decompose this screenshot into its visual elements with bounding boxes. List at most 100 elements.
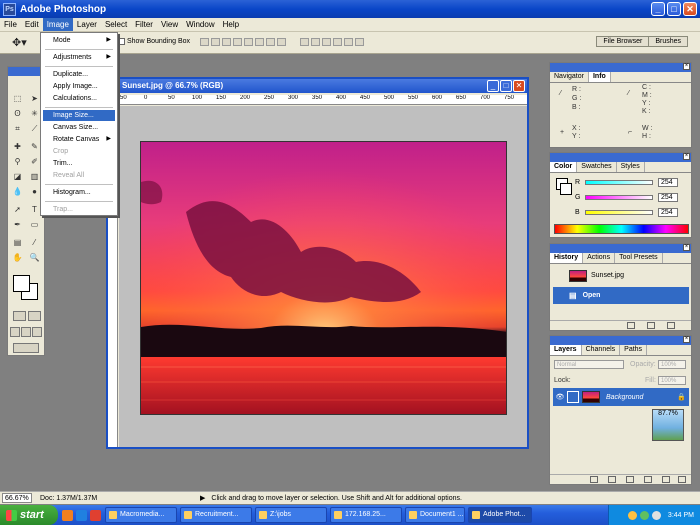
align-hcenter-icon[interactable] — [244, 38, 253, 46]
tab-color[interactable]: Color — [550, 162, 578, 172]
menu-item-image-size[interactable]: Image Size... — [43, 110, 115, 121]
opacity-input[interactable]: 100% — [658, 360, 686, 369]
clock[interactable]: 3:44 PM — [668, 512, 694, 519]
eyedropper-tool-icon[interactable]: ⁄ — [28, 237, 41, 249]
zoom-tool-icon[interactable]: 🔍 — [28, 252, 41, 264]
distribute-width-icon[interactable] — [355, 38, 364, 46]
show-bounding-box-checkbox[interactable]: Show Bounding Box — [118, 38, 190, 45]
checkbox-box[interactable] — [118, 38, 125, 45]
tab-file-browser[interactable]: File Browser — [596, 36, 650, 47]
distribute-top-icon[interactable] — [266, 38, 275, 46]
align-left-icon[interactable] — [233, 38, 242, 46]
fill-input[interactable]: 100% — [658, 376, 686, 385]
new-snapshot-icon[interactable] — [647, 322, 655, 329]
menu-item-mode[interactable]: Mode ▶ — [43, 35, 115, 46]
color-background-swatch[interactable] — [560, 183, 572, 195]
tab-paths[interactable]: Paths — [620, 345, 648, 355]
tab-layers[interactable]: Layers — [550, 345, 582, 355]
menu-item-canvas-size[interactable]: Canvas Size... — [43, 122, 115, 133]
standard-mode-button[interactable] — [13, 311, 26, 321]
menu-item-adjustments[interactable]: Adjustments ▶ — [43, 52, 115, 63]
slider-track[interactable] — [585, 195, 653, 200]
distribute-bottom-icon[interactable] — [300, 38, 309, 46]
notes-tool-icon[interactable]: ▤ — [11, 237, 24, 249]
menu-view[interactable]: View — [157, 18, 182, 31]
slider-value[interactable]: 254 — [658, 193, 678, 202]
slider-value[interactable]: 254 — [658, 178, 678, 187]
eraser-tool-icon[interactable]: ◪ — [11, 171, 24, 183]
doc-size-readout[interactable]: Doc: 1.37M/1.37M — [40, 495, 150, 502]
new-fill-layer-icon[interactable] — [626, 476, 634, 483]
pen-tool-icon[interactable]: ✒ — [11, 219, 24, 231]
tab-channels[interactable]: Channels — [582, 345, 621, 355]
color-slider-r[interactable]: R 254 — [575, 178, 678, 187]
slider-value[interactable]: 254 — [658, 208, 678, 217]
task-document1[interactable]: Document1 ... — [405, 507, 465, 523]
close-button[interactable]: ✕ — [683, 2, 697, 16]
align-vcenter-icon[interactable] — [211, 38, 220, 46]
menu-filter[interactable]: Filter — [131, 18, 157, 31]
maximize-button[interactable]: □ — [667, 2, 681, 16]
tab-history[interactable]: History — [550, 253, 584, 263]
status-arrow-icon[interactable]: ▶ — [200, 494, 205, 502]
tab-styles[interactable]: Styles — [617, 162, 645, 172]
panel-close-icon[interactable]: × — [683, 244, 690, 251]
jump-to-imageready-button[interactable] — [13, 343, 39, 353]
menu-help[interactable]: Help — [219, 18, 243, 31]
blur-tool-icon[interactable]: 💧 — [11, 186, 24, 198]
tab-tool-presets[interactable]: Tool Presets — [615, 253, 663, 263]
task-remote[interactable]: 172.168.25... — [330, 507, 402, 523]
color-slider-b[interactable]: B 254 — [575, 208, 678, 217]
distribute-space-icon[interactable] — [344, 38, 353, 46]
distribute-left-icon[interactable] — [311, 38, 320, 46]
quick-mask-mode-button[interactable] — [28, 311, 41, 321]
align-right-icon[interactable] — [255, 38, 264, 46]
task-photoshop[interactable]: Adobe Phot... — [468, 507, 532, 523]
new-group-icon[interactable] — [644, 476, 652, 483]
menu-file[interactable]: File — [0, 18, 21, 31]
slider-track[interactable] — [585, 180, 653, 185]
panel-close-icon[interactable]: × — [683, 336, 690, 343]
task-macromedia[interactable]: Macromedia... — [105, 507, 177, 523]
slider-track[interactable] — [585, 210, 653, 215]
menu-select[interactable]: Select — [101, 18, 131, 31]
start-button[interactable]: start — [0, 505, 58, 525]
menu-image[interactable]: Image — [42, 18, 73, 31]
crop-tool-icon[interactable]: ⌗ — [11, 123, 24, 135]
quick-launch-app-icon[interactable] — [62, 509, 73, 521]
shape-tool-icon[interactable]: ▭ — [28, 219, 41, 231]
doc-close-button[interactable]: ✕ — [513, 80, 525, 92]
move-tool-preset-icon[interactable]: ✥▾ — [12, 36, 27, 49]
color-spectrum-bar[interactable] — [554, 224, 689, 234]
panel-close-icon[interactable]: × — [683, 153, 690, 160]
new-layer-icon[interactable] — [662, 476, 670, 483]
tray-icon[interactable] — [639, 510, 649, 520]
healing-brush-tool-icon[interactable]: ✚ — [11, 141, 24, 153]
hand-tool-icon[interactable]: ✋ — [11, 252, 24, 264]
volume-icon[interactable] — [651, 510, 661, 520]
sunset-image[interactable] — [140, 141, 507, 415]
distribute-vcenter-icon[interactable] — [277, 38, 286, 46]
lasso-tool-icon[interactable]: ʘ — [11, 108, 24, 120]
screen-mode-full-button[interactable] — [32, 327, 42, 337]
layer-style-icon[interactable] — [590, 476, 598, 483]
panel-close-icon[interactable]: × — [683, 63, 690, 70]
marquee-tool-icon[interactable]: ⬚ — [11, 93, 24, 105]
tab-navigator[interactable]: Navigator — [550, 72, 589, 82]
doc-maximize-button[interactable]: □ — [500, 80, 512, 92]
menu-item-duplicate[interactable]: Duplicate... — [43, 69, 115, 80]
menu-item-rotate-canvas[interactable]: Rotate Canvas ▶ — [43, 134, 115, 145]
trash-icon[interactable] — [678, 476, 686, 483]
menu-item-trim[interactable]: Trim... — [43, 158, 115, 169]
media-player-icon[interactable] — [90, 509, 101, 521]
doc-minimize-button[interactable]: _ — [487, 80, 499, 92]
menu-item-histogram[interactable]: Histogram... — [43, 187, 115, 198]
task-jobs-folder[interactable]: Z:\jobs — [255, 507, 327, 523]
menu-item-apply-image[interactable]: Apply Image... — [43, 81, 115, 92]
distribute-hcenter-icon[interactable] — [322, 38, 331, 46]
new-document-from-state-icon[interactable] — [627, 322, 635, 329]
menu-item-calculations[interactable]: Calculations... — [43, 93, 115, 104]
tab-info[interactable]: Info — [588, 72, 611, 82]
screen-mode-full-menu-button[interactable] — [21, 327, 31, 337]
align-top-icon[interactable] — [200, 38, 209, 46]
